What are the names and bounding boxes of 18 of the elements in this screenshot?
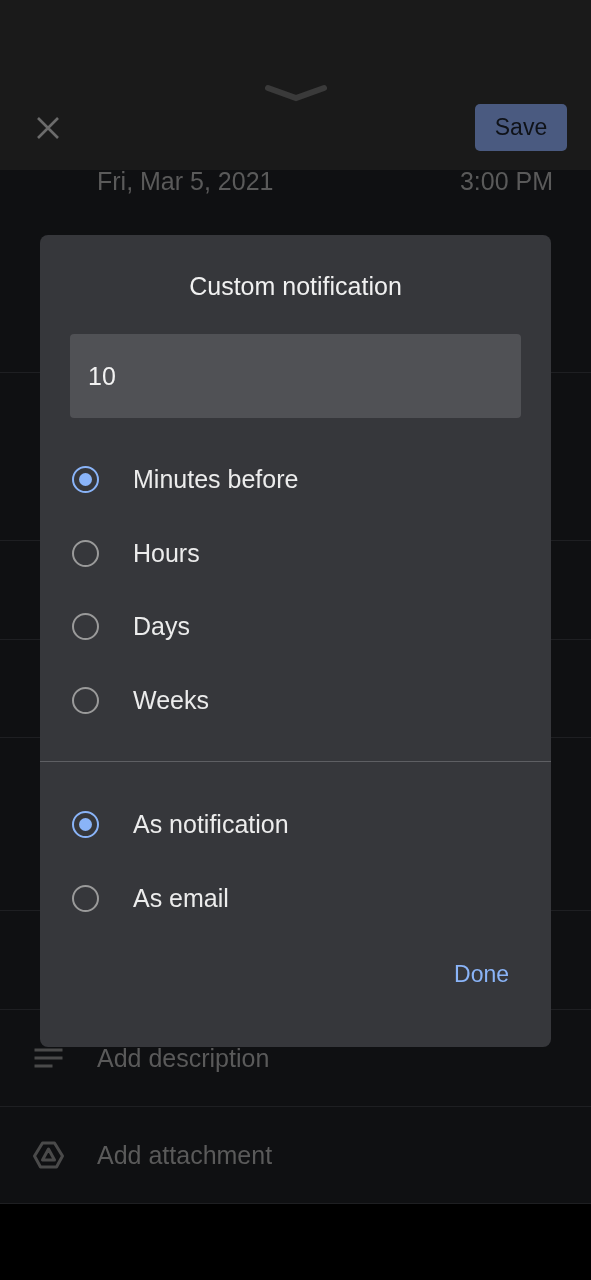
number-field[interactable]: 10 xyxy=(70,334,521,418)
option-label[interactable]: As email xyxy=(133,883,229,913)
option-label[interactable]: Days xyxy=(133,612,190,642)
option-label[interactable]: As notification xyxy=(133,810,289,840)
option-label[interactable]: Weeks xyxy=(133,685,209,715)
option-label[interactable]: Minutes before xyxy=(133,465,299,495)
radio-button[interactable] xyxy=(72,884,99,912)
drive-icon xyxy=(32,1141,65,1169)
option-label[interactable]: Hours xyxy=(133,538,200,568)
done-button[interactable]: Done xyxy=(438,951,525,998)
radio-button[interactable] xyxy=(72,466,99,494)
close-icon[interactable] xyxy=(36,115,60,140)
radio-button[interactable] xyxy=(72,686,99,714)
radio-button[interactable] xyxy=(72,613,99,641)
notes-icon xyxy=(32,1048,65,1068)
radio-button[interactable] xyxy=(72,539,99,567)
dialog-title: Custom notification xyxy=(188,272,403,301)
radio-button[interactable] xyxy=(72,811,99,839)
